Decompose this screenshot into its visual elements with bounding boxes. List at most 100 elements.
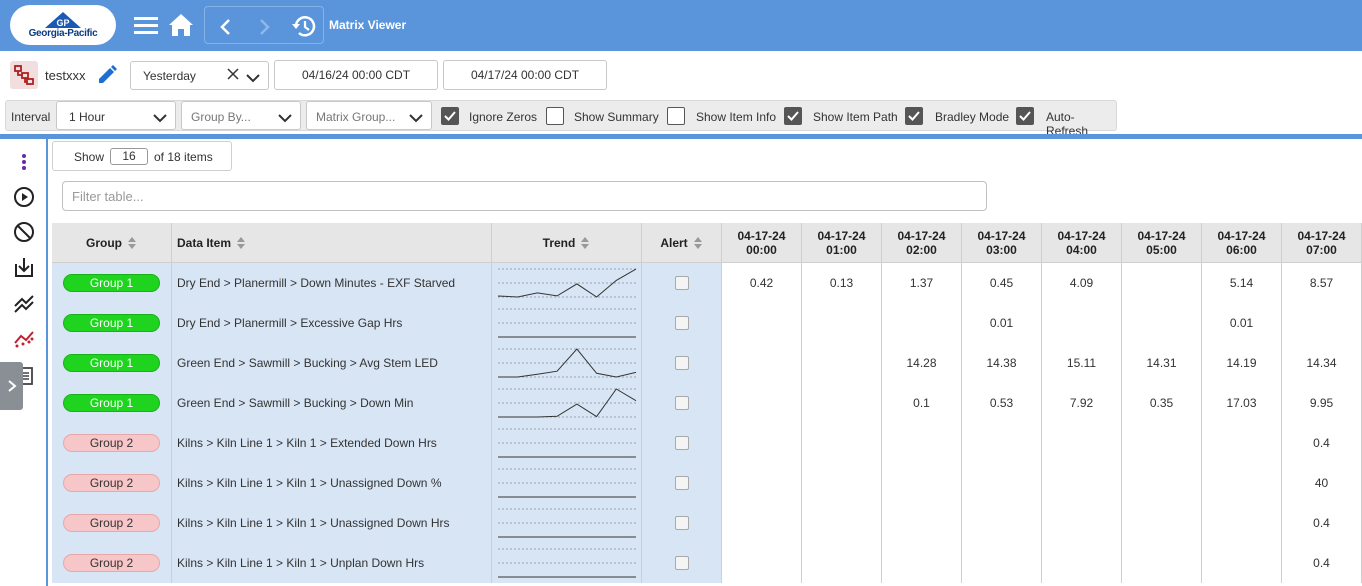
edit-icon[interactable] xyxy=(96,64,118,89)
alert-cell xyxy=(642,543,722,583)
value-cell xyxy=(962,463,1042,503)
header-date: 04-17-24 xyxy=(897,228,946,243)
date-range-select[interactable]: Yesterday xyxy=(130,61,269,90)
data-item-cell[interactable]: Kilns > Kiln Line 1 > Kiln 1 > Extended … xyxy=(172,423,492,463)
filter-table-input[interactable] xyxy=(62,181,987,211)
header-time: 04:00 xyxy=(1066,242,1097,257)
page-size-input[interactable]: 16 xyxy=(110,148,148,165)
column-header-time[interactable]: 04-17-24 02:00 xyxy=(882,223,962,263)
play-circle-icon[interactable] xyxy=(12,185,36,209)
checkbox-bradley-mode[interactable] xyxy=(905,107,923,125)
value-cell xyxy=(802,383,882,423)
value-cell xyxy=(722,543,802,583)
scatter-trend-icon[interactable] xyxy=(12,326,36,350)
report-icon[interactable] xyxy=(10,61,38,89)
column-header-time[interactable]: 04-17-24 04:00 xyxy=(1042,223,1122,263)
alert-cell xyxy=(642,423,722,463)
end-date-field[interactable]: 04/17/24 00:00 CDT xyxy=(443,60,607,90)
column-header-time[interactable]: 04-17-24 01:00 xyxy=(802,223,882,263)
header-time: 01:00 xyxy=(826,242,857,257)
group-by-select[interactable]: Group By... xyxy=(181,101,301,130)
table-row[interactable]: Group 1 Dry End > Planermill > Down Minut… xyxy=(52,263,1362,303)
group-badge: Group 1 xyxy=(63,274,160,292)
report-name: testxxx xyxy=(45,68,86,83)
checkbox-ignore-zeros[interactable] xyxy=(441,107,459,125)
table-row[interactable]: Group 2 Kilns > Kiln Line 1 > Kiln 1 > Un… xyxy=(52,543,1362,583)
trend-lines-icon[interactable] xyxy=(12,291,36,315)
value-cell xyxy=(802,303,882,343)
history-icon[interactable] xyxy=(289,11,319,41)
data-item-cell[interactable]: Dry End > Planermill > Excessive Gap Hrs xyxy=(172,303,492,343)
data-item-label: Kilns > Kiln Line 1 > Kiln 1 > Extended … xyxy=(177,436,437,450)
value-cell xyxy=(1122,303,1202,343)
column-header-alert[interactable]: Alert xyxy=(642,223,722,263)
alert-cell xyxy=(642,503,722,543)
table-row[interactable]: Group 1 Green End > Sawmill > Bucking > A… xyxy=(52,343,1362,383)
data-item-cell[interactable]: Kilns > Kiln Line 1 > Kiln 1 > Unplan Do… xyxy=(172,543,492,583)
alert-cell xyxy=(642,263,722,303)
column-header-time[interactable]: 04-17-24 05:00 xyxy=(1122,223,1202,263)
interval-value: 1 Hour xyxy=(69,110,106,124)
value-cell xyxy=(802,503,882,543)
value-cell: 9.95 xyxy=(1282,383,1362,423)
alert-checkbox[interactable] xyxy=(674,276,689,290)
data-item-cell[interactable]: Kilns > Kiln Line 1 > Kiln 1 > Unassigne… xyxy=(172,503,492,543)
table-row[interactable]: Group 1 Green End > Sawmill > Bucking > D… xyxy=(52,383,1362,423)
matrix-group-select[interactable]: Matrix Group... xyxy=(306,101,432,130)
header-date: 04-17-24 xyxy=(1057,228,1106,243)
table-row[interactable]: Group 2 Kilns > Kiln Line 1 > Kiln 1 > Ex… xyxy=(52,423,1362,463)
chevron-down-icon xyxy=(153,112,167,126)
header-time: 03:00 xyxy=(986,242,1017,257)
interval-select[interactable]: 1 Hour xyxy=(56,101,176,130)
expand-sidebar-button[interactable] xyxy=(0,362,23,410)
alert-checkbox[interactable] xyxy=(674,396,689,410)
alert-checkbox[interactable] xyxy=(674,556,689,570)
value-cell: 5.14 xyxy=(1202,263,1282,303)
column-header-group[interactable]: Group xyxy=(52,223,172,263)
alert-checkbox[interactable] xyxy=(674,356,689,370)
start-date-field[interactable]: 04/16/24 00:00 CDT xyxy=(274,60,438,90)
alert-checkbox[interactable] xyxy=(674,476,689,490)
value-cell xyxy=(1122,503,1202,543)
clear-icon[interactable] xyxy=(227,68,239,83)
table-row[interactable]: Group 2 Kilns > Kiln Line 1 > Kiln 1 > Un… xyxy=(52,463,1362,503)
trend-cell xyxy=(492,503,642,543)
alert-checkbox[interactable] xyxy=(674,436,689,450)
checkbox-show-item-path[interactable] xyxy=(784,107,802,125)
column-header-data-item[interactable]: Data Item xyxy=(172,223,492,263)
checkbox-auto-refresh[interactable] xyxy=(1016,107,1034,125)
back-icon[interactable] xyxy=(215,12,235,42)
header-label: Trend xyxy=(542,235,576,250)
download-icon[interactable] xyxy=(12,255,36,279)
data-item-cell[interactable]: Green End > Sawmill > Bucking > Down Min xyxy=(172,383,492,423)
column-header-time[interactable]: 04-17-24 00:00 xyxy=(722,223,802,263)
table-row[interactable]: Group 1 Dry End > Planermill > Excessive … xyxy=(52,303,1362,343)
block-icon[interactable] xyxy=(12,220,36,244)
sort-icon xyxy=(581,236,590,249)
home-icon[interactable] xyxy=(167,10,195,40)
column-header-time[interactable]: 04-17-24 07:00 xyxy=(1282,223,1362,263)
table-row[interactable]: Group 2 Kilns > Kiln Line 1 > Kiln 1 > Un… xyxy=(52,503,1362,543)
data-item-cell[interactable]: Kilns > Kiln Line 1 > Kiln 1 > Unassigne… xyxy=(172,463,492,503)
checkbox-show-summary[interactable] xyxy=(546,107,564,125)
value-cell xyxy=(1202,543,1282,583)
value-cell: 0.42 xyxy=(722,263,802,303)
data-item-cell[interactable]: Dry End > Planermill > Down Minutes - EX… xyxy=(172,263,492,303)
value-cell: 1.37 xyxy=(882,263,962,303)
value-cell xyxy=(802,423,882,463)
forward-icon[interactable] xyxy=(255,12,275,42)
value-cell xyxy=(722,423,802,463)
georgia-pacific-logo[interactable]: GP Georgia-Pacific xyxy=(10,5,116,45)
column-header-trend[interactable]: Trend xyxy=(492,223,642,263)
menu-icon[interactable] xyxy=(133,10,159,40)
checkbox-show-item-info[interactable] xyxy=(667,107,685,125)
group-badge: Group 1 xyxy=(63,354,160,372)
data-item-cell[interactable]: Green End > Sawmill > Bucking > Avg Stem… xyxy=(172,343,492,383)
column-header-time[interactable]: 04-17-24 03:00 xyxy=(962,223,1042,263)
trend-cell xyxy=(492,463,642,503)
column-header-time[interactable]: 04-17-24 06:00 xyxy=(1202,223,1282,263)
more-vertical-icon[interactable] xyxy=(12,150,36,174)
alert-checkbox[interactable] xyxy=(674,516,689,530)
alert-checkbox[interactable] xyxy=(674,316,689,330)
matrix-group-placeholder: Matrix Group... xyxy=(316,110,396,124)
